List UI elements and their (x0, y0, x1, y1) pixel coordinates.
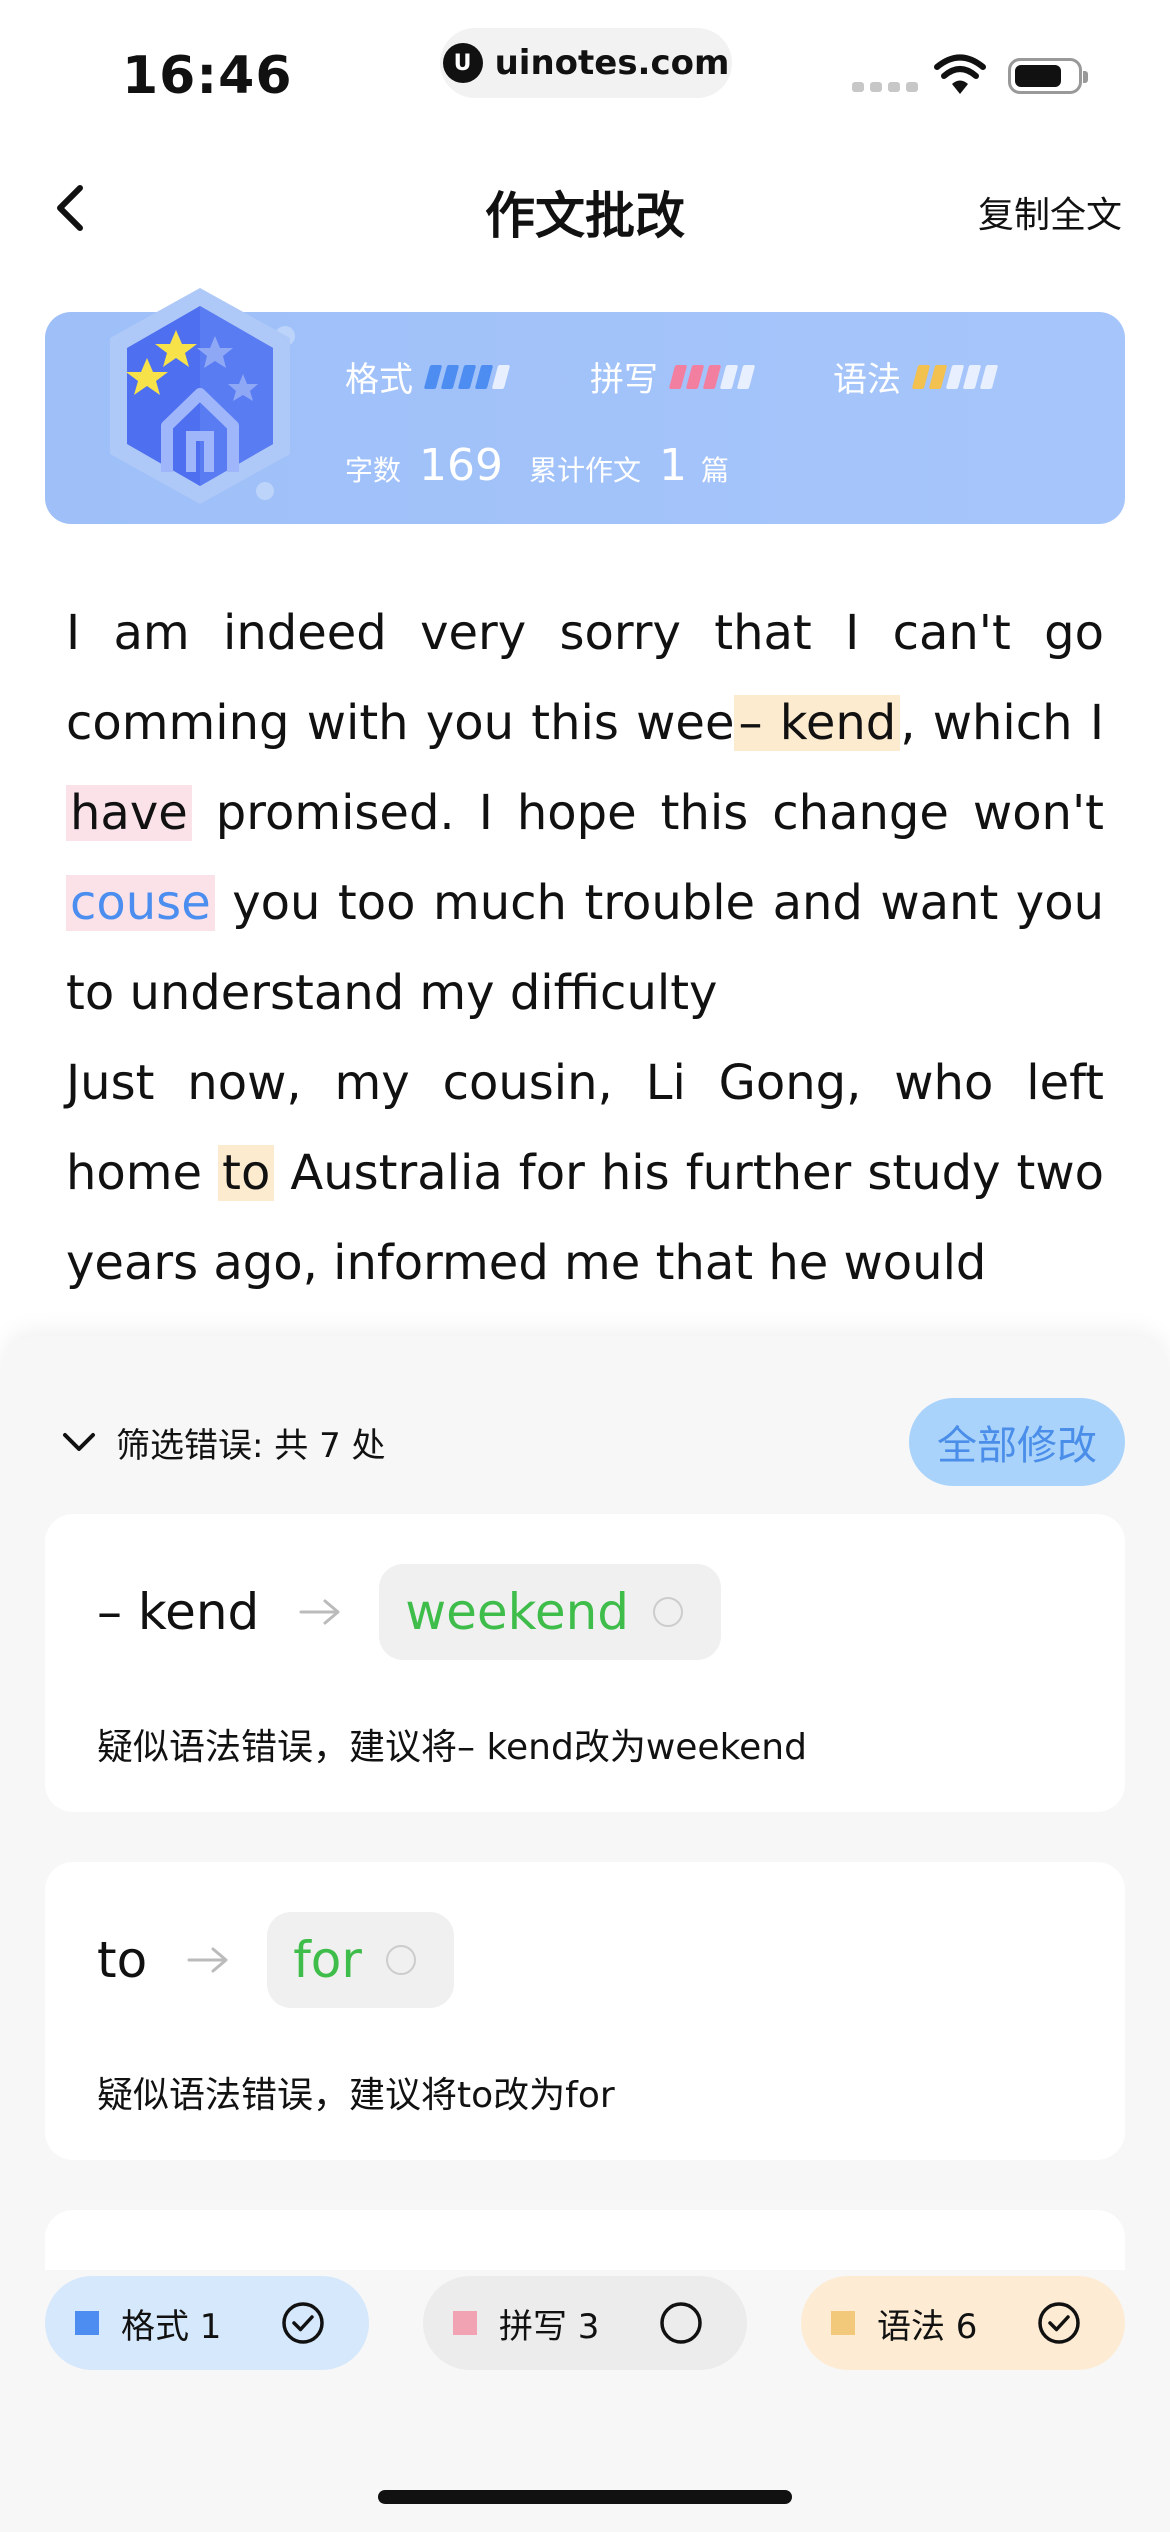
grammar-metric: 语法 (833, 352, 999, 401)
count-row: 字数 169 累计作文 1 篇 (345, 440, 729, 491)
spelling-label: 拼写 (590, 360, 658, 400)
error-card: to for 疑似语法错误，建议将to改为for (45, 1862, 1125, 2160)
error-description: 疑似语法错误，建议将– kend改为weekend (97, 1727, 807, 1768)
url-text: uinotes.com (494, 43, 730, 83)
format-metric: 格式 (345, 352, 511, 401)
status-bar: 16:46 U uinotes.com (0, 0, 1170, 140)
grammar-error-highlight[interactable]: – kend (734, 695, 901, 751)
chip-label: 拼写 3 (499, 2306, 600, 2347)
format-color-swatch (75, 2311, 99, 2335)
essay-paragraph: I am indeed very sorry that I can't go c… (66, 588, 1104, 1038)
url-pill[interactable]: U uinotes.com (440, 28, 732, 98)
spelling-color-swatch (453, 2311, 477, 2335)
error-original: – kend (97, 1583, 260, 1641)
chevron-down-icon (63, 1432, 95, 1451)
word-count: 169 (419, 440, 503, 491)
grammar-color-swatch (831, 2311, 855, 2335)
suggestion-chip[interactable]: weekend (379, 1564, 722, 1660)
check-circle-icon[interactable] (1037, 2301, 1081, 2345)
chip-spelling[interactable]: 拼写 3 (423, 2276, 747, 2370)
filter-label: 筛选错误: 共 7 处 (116, 1426, 386, 1466)
arrow-right-icon (299, 1599, 340, 1625)
total-essays-unit: 篇 (701, 454, 730, 487)
total-essays-count: 1 (659, 440, 688, 491)
battery-icon (1008, 58, 1088, 94)
chip-label: 格式 1 (121, 2306, 222, 2347)
wifi-icon (934, 54, 986, 94)
fix-all-button[interactable]: 全部修改 (909, 1398, 1125, 1486)
arrow-right-icon (187, 1947, 228, 1973)
error-card (45, 2210, 1125, 2270)
format-level-bars (423, 364, 511, 389)
suggestion-text: for (293, 1931, 362, 1989)
suggestion-chip[interactable]: for (267, 1912, 454, 2008)
status-time: 16:46 (122, 46, 293, 106)
essay-paragraph: Just now, my cousin, Li Gong, who left h… (66, 1038, 1104, 1308)
spelling-metric: 拼写 (590, 352, 756, 401)
total-essays-label: 累计作文 (529, 454, 642, 487)
grammar-label: 语法 (833, 360, 901, 400)
essay-text-segment: promised. I hope this change won't (191, 785, 1104, 841)
error-filter-toggle[interactable]: 筛选错误: 共 7 处 (62, 1418, 386, 1467)
chip-format[interactable]: 格式 1 (45, 2276, 369, 2370)
stats-card: 格式 拼写 语法 字数 169 累计作文 1 篇 (45, 288, 1125, 524)
word-count-label: 字数 (345, 454, 402, 487)
chip-label: 语法 6 (877, 2306, 978, 2347)
error-description: 疑似语法错误，建议将to改为for (97, 2075, 615, 2116)
empty-circle-icon[interactable] (659, 2301, 703, 2345)
error-card: – kend weekend 疑似语法错误，建议将– kend改为weekend (45, 1514, 1125, 1812)
home-indicator[interactable] (378, 2490, 792, 2504)
grammar-level-bars (911, 364, 999, 389)
radio-circle-icon[interactable] (653, 1597, 684, 1627)
signal-icon (852, 82, 918, 92)
copy-all-button[interactable]: 复制全文 (978, 186, 1122, 238)
spelling-level-bars (668, 364, 756, 389)
error-original: to (97, 1931, 148, 1989)
format-label: 格式 (345, 360, 413, 400)
essay-text-segment: , which I (900, 695, 1104, 751)
spelling-error-highlight[interactable]: have (66, 785, 192, 841)
house-badge-icon (110, 288, 295, 504)
suggestion-text: weekend (405, 1583, 630, 1641)
essay-text: I am indeed very sorry that I can't go c… (66, 588, 1104, 1308)
check-circle-icon[interactable] (281, 2301, 325, 2345)
grammar-error-highlight[interactable]: to (218, 1145, 275, 1201)
format-error-highlight[interactable]: couse (66, 875, 215, 931)
site-logo-icon: U (442, 43, 483, 83)
radio-circle-icon[interactable] (385, 1945, 416, 1975)
chip-grammar[interactable]: 语法 6 (801, 2276, 1125, 2370)
essay-text-segment: you too much trouble and want you to und… (66, 875, 1104, 1021)
category-chips: 格式 1 拼写 3 语法 6 (45, 2276, 1125, 2370)
